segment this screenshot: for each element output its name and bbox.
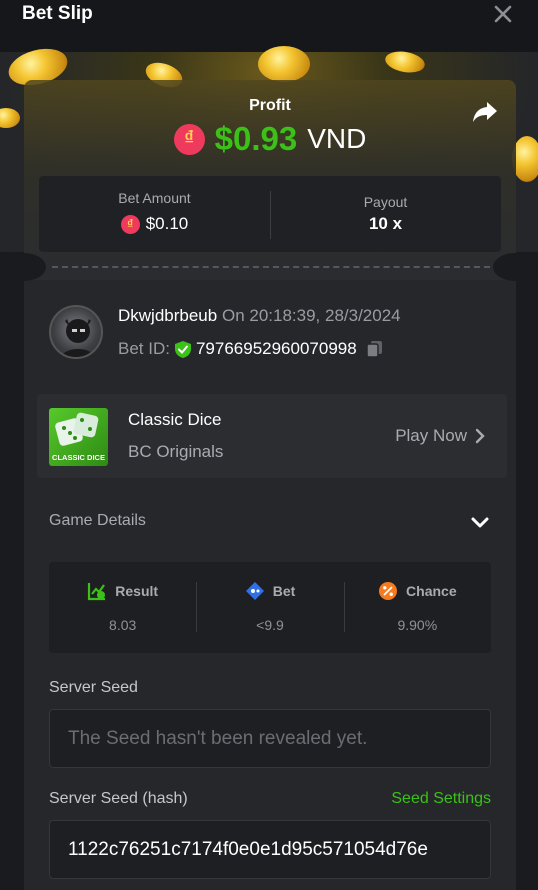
bet-amount-row: ₫ $0.10 bbox=[39, 214, 270, 234]
game-card[interactable]: CLASSIC DICE Classic Dice BC Originals P… bbox=[37, 394, 507, 478]
coin-decoration bbox=[383, 48, 427, 76]
chance-label: Chance bbox=[406, 583, 457, 599]
close-icon[interactable] bbox=[492, 3, 514, 25]
verified-shield-icon bbox=[174, 340, 191, 358]
vnd-coin-icon: ₫ bbox=[120, 214, 140, 234]
chance-value: 9.90% bbox=[397, 617, 438, 633]
bet-id-value: 79766952960070998 bbox=[195, 339, 357, 358]
profit-currency: VND bbox=[307, 123, 367, 154]
result-label: Result bbox=[115, 583, 159, 599]
profit-amount: $0.93 bbox=[214, 120, 298, 157]
profit-row: ₫ $0.93 VND bbox=[24, 120, 516, 158]
bet-value: <9.9 bbox=[256, 617, 284, 633]
server-seed-field[interactable]: The Seed hasn't been revealed yet. bbox=[49, 709, 491, 768]
ticket-notch-left bbox=[2, 253, 46, 281]
payout-stat: Payout 10 x bbox=[270, 176, 501, 252]
chevron-right-icon bbox=[475, 428, 485, 444]
bet-amount-label: Bet Amount bbox=[118, 190, 191, 206]
profit-label: Profit bbox=[249, 97, 291, 114]
coin-decoration bbox=[0, 108, 20, 128]
result-head: Result bbox=[49, 581, 196, 601]
bet-amount-stat: Bet Amount ₫ $0.10 bbox=[39, 176, 270, 252]
play-now-label: Play Now bbox=[395, 426, 467, 445]
bet-label: Bet bbox=[272, 583, 296, 599]
percent-icon bbox=[379, 582, 398, 600]
chevron-down-icon[interactable] bbox=[470, 514, 490, 532]
profit-card: Profit ₫ $0.93 VND Bet Amount ₫ $0.10 Pa… bbox=[24, 80, 516, 280]
header-bar: Bet Slip bbox=[0, 0, 538, 52]
payout-label: Payout bbox=[363, 194, 408, 210]
result-cell: Result 8.03 bbox=[49, 562, 196, 653]
coin-decoration bbox=[258, 46, 310, 82]
server-seed-label: Server Seed bbox=[49, 679, 138, 696]
bet-head: Bet bbox=[196, 581, 343, 601]
play-now-button[interactable]: Play Now bbox=[395, 426, 485, 446]
share-icon[interactable] bbox=[472, 100, 498, 124]
ticket-divider bbox=[52, 266, 490, 268]
server-seed-hash-field[interactable]: 1122c76251c7174f0e0e1d95c571054d76e bbox=[49, 820, 491, 879]
bet-id-label: Bet ID: bbox=[118, 339, 170, 358]
ticket-notch-right bbox=[493, 253, 537, 281]
game-thumb-label: CLASSIC DICE bbox=[52, 453, 105, 462]
game-name: Classic Dice bbox=[128, 410, 222, 429]
tag-icon bbox=[245, 582, 264, 600]
payout-value: 10 x bbox=[368, 214, 403, 233]
chart-check-icon bbox=[88, 583, 106, 601]
server-seed-hash-label: Server Seed (hash) bbox=[49, 790, 188, 807]
user-line: Dkwjdbrbeub On 20:18:39, 28/3/2024 bbox=[118, 306, 401, 326]
modal-title: Bet Slip bbox=[22, 3, 93, 24]
seed-settings-link[interactable]: Seed Settings bbox=[391, 790, 491, 808]
bet-amount-value: $0.10 bbox=[145, 214, 189, 233]
result-value: 8.03 bbox=[109, 617, 137, 633]
vnd-coin-icon: ₫ bbox=[173, 123, 205, 155]
bet-id-row: Bet ID: 79766952960070998 bbox=[118, 339, 385, 359]
chance-cell: Chance 9.90% bbox=[343, 562, 491, 653]
game-details-grid: Result 8.03 Bet <9.9 Chance 9.90% bbox=[49, 562, 491, 653]
bet-slip-modal: Bet Slip Profit ₫ $0.93 VND Bet Amount ₫ bbox=[0, 0, 538, 890]
avatar[interactable] bbox=[49, 305, 103, 359]
game-details-heading: Game Details bbox=[49, 512, 146, 529]
game-thumbnail: CLASSIC DICE bbox=[49, 408, 108, 466]
bet-timestamp: On 20:18:39, 28/3/2024 bbox=[221, 306, 401, 325]
game-provider: BC Originals bbox=[128, 442, 224, 461]
dice-icon: CLASSIC DICE bbox=[52, 412, 105, 462]
username[interactable]: Dkwjdbrbeub bbox=[118, 306, 217, 325]
chance-head: Chance bbox=[344, 581, 491, 601]
bet-stats: Bet Amount ₫ $0.10 Payout 10 x bbox=[39, 176, 501, 252]
copy-icon[interactable] bbox=[365, 339, 385, 359]
bet-cell: Bet <9.9 bbox=[196, 562, 343, 653]
